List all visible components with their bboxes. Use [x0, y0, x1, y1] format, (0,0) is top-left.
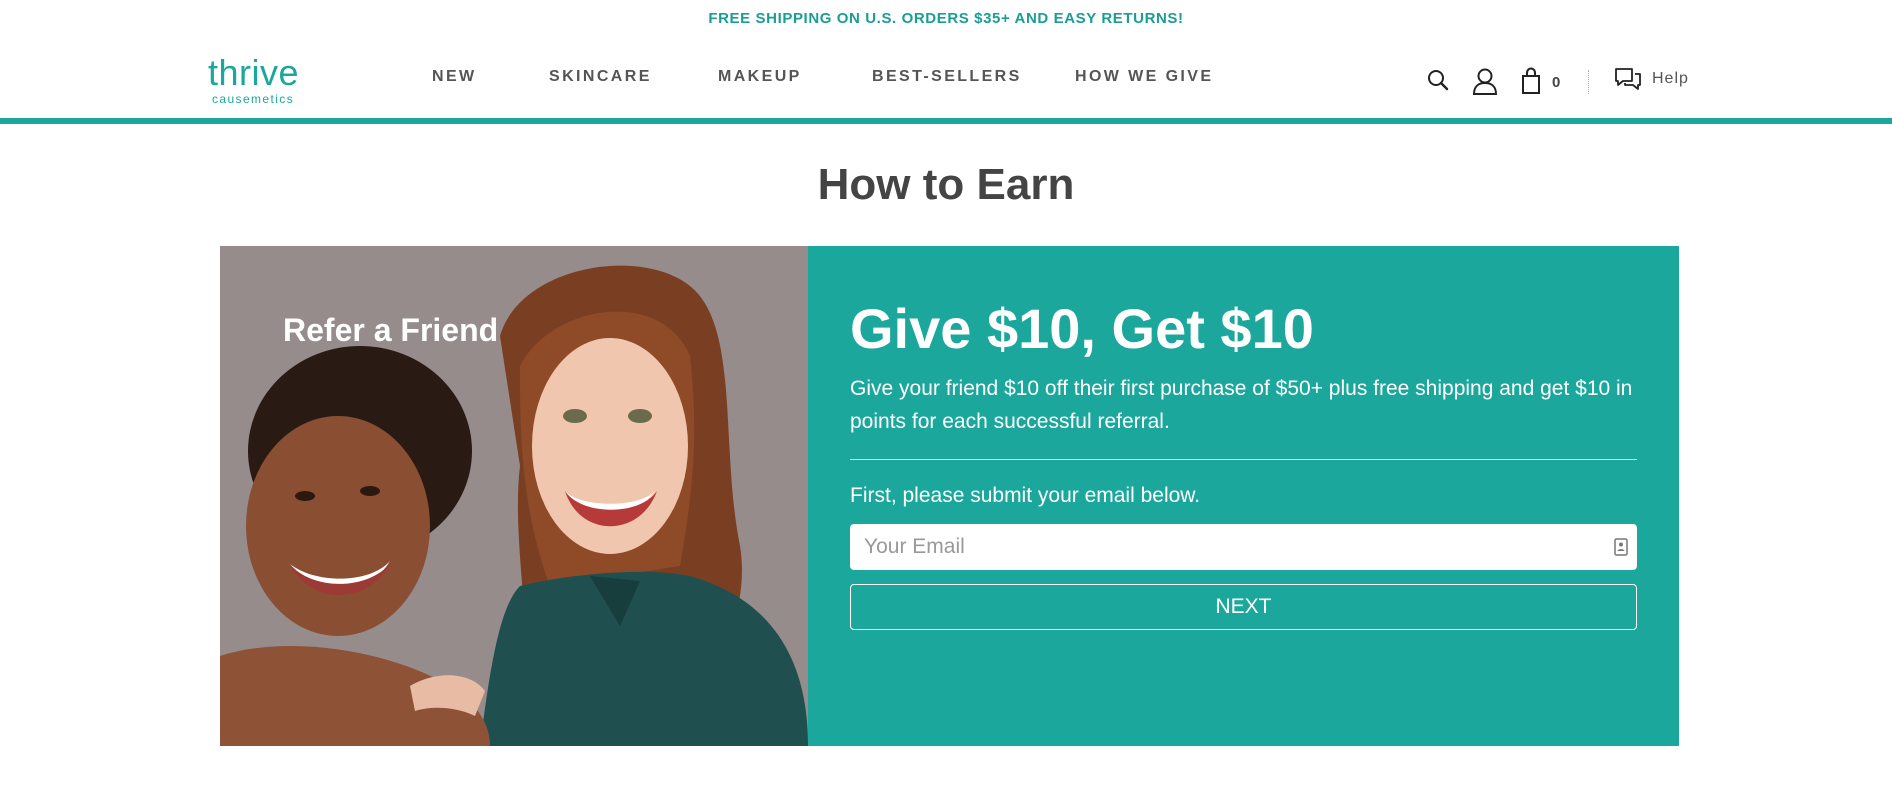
utility-nav: 0 Help [1420, 62, 1720, 102]
brand-logo-tagline: causemetics [212, 92, 295, 106]
brand-logo[interactable]: thrive causemetics [208, 52, 308, 108]
search-button[interactable] [1426, 66, 1450, 99]
panel-divider [850, 459, 1637, 460]
promo-banner-text: FREE SHIPPING ON U.S. ORDERS $35+ AND EA… [708, 9, 1184, 27]
email-prompt: First, please submit your email below. [850, 484, 1201, 507]
promo-banner: FREE SHIPPING ON U.S. ORDERS $35+ AND EA… [0, 0, 1892, 36]
referral-card: Refer a Friend Give $10, Get $10 Give yo… [220, 246, 1679, 746]
contact-card-svg [1614, 538, 1628, 556]
cart-button[interactable] [1520, 66, 1542, 101]
shopping-bag-icon [1522, 67, 1540, 94]
refer-a-friend-label: Refer a Friend [283, 312, 499, 348]
brand-logo-wordmark: thrive [208, 52, 300, 93]
user-icon [1472, 68, 1498, 95]
help-label: Help [1652, 70, 1689, 87]
contact-card-icon[interactable] [1614, 538, 1628, 561]
nav-item-new[interactable]: NEW [432, 68, 477, 86]
next-button[interactable]: NEXT [850, 584, 1637, 630]
referral-panel: Give $10, Get $10 Give your friend $10 o… [808, 246, 1679, 746]
page-title: How to Earn [817, 160, 1075, 209]
nav-item-how-we-give[interactable]: HOW WE GIVE [1075, 68, 1213, 86]
nav-item-makeup[interactable]: MAKEUP [718, 68, 802, 86]
chat-bubbles-icon [1615, 68, 1641, 90]
referral-description: Give your friend $10 off their first pur… [850, 377, 1633, 433]
cart-count: 0 [1552, 74, 1561, 91]
email-field[interactable] [850, 524, 1637, 570]
nav-item-best-sellers[interactable]: BEST-SELLERS [872, 68, 1022, 86]
account-button[interactable] [1472, 66, 1498, 101]
utility-divider [1588, 70, 1589, 94]
referral-photo: Refer a Friend [220, 246, 808, 746]
help-button[interactable]: Help [1614, 66, 1689, 92]
search-icon [1428, 70, 1449, 91]
nav-item-skincare[interactable]: SKINCARE [549, 68, 652, 86]
site-header: thrive causemetics NEW SKINCARE MAKEUP B… [0, 36, 1892, 118]
referral-heading: Give $10, Get $10 [850, 297, 1314, 360]
header-accent-rule [0, 118, 1892, 124]
